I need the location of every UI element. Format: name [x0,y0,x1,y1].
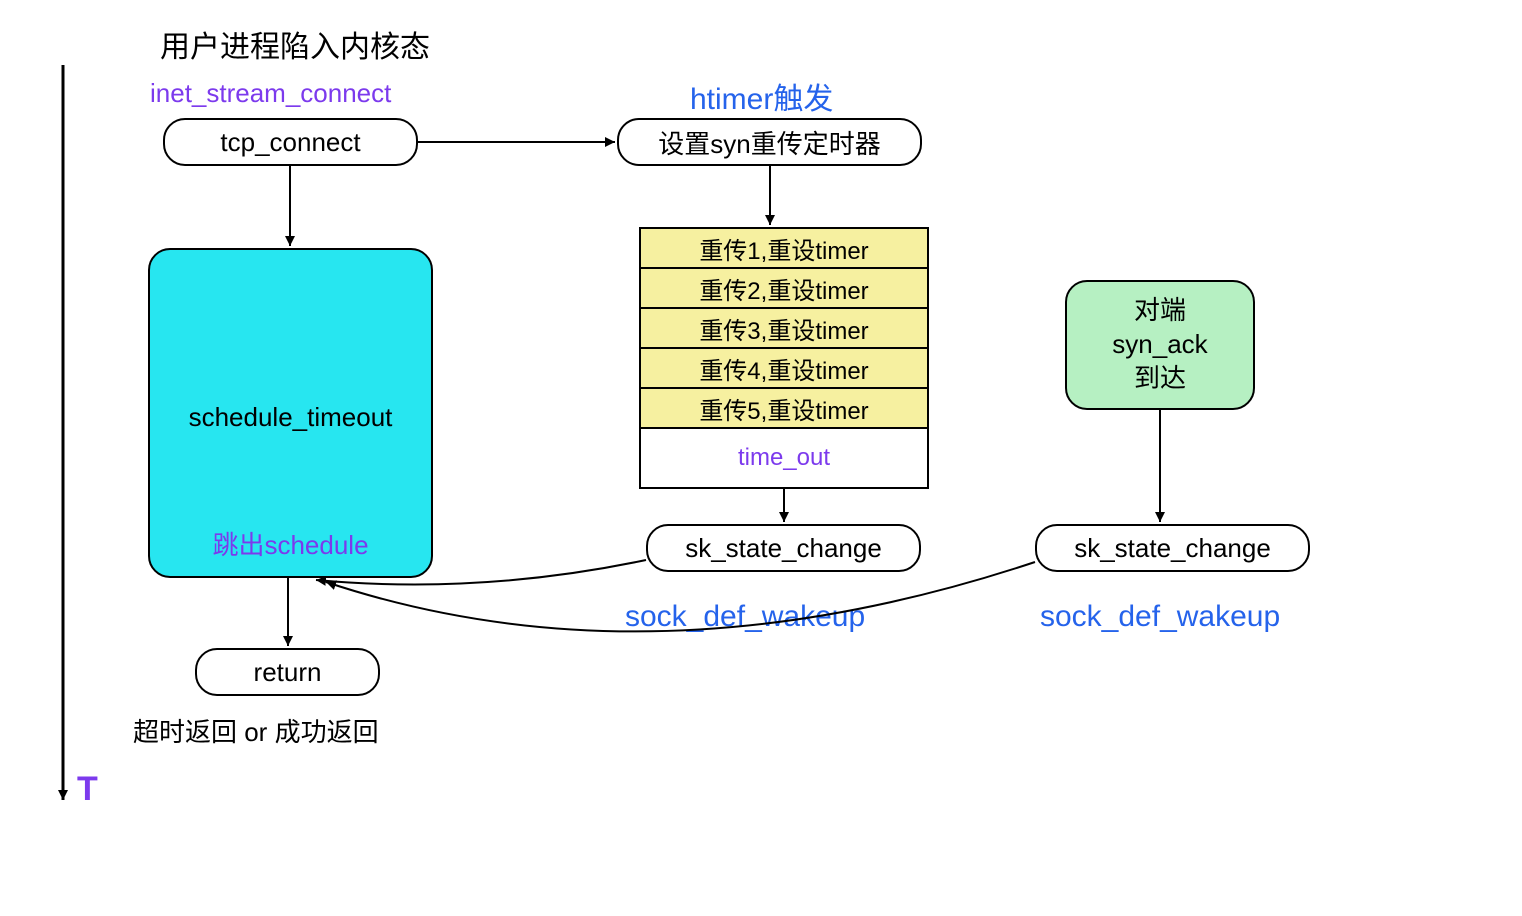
schedule-timeout-box: schedule_timeout 跳出schedule [148,248,433,578]
peer-l2: syn_ack [1112,328,1207,362]
set-syn-timer-label: 设置syn重传定时器 [658,124,880,161]
jump-out-schedule-label: 跳出schedule [150,525,431,562]
return-node: return [195,648,380,696]
tcp-connect-node: tcp_connect [163,118,418,166]
sock-def-wakeup-1: sock_def_wakeup [625,600,865,634]
return-note: 超时返回 or 成功返回 [133,712,379,749]
peer-l3: 到达 [1134,362,1186,396]
sock-def-wakeup-2: sock_def_wakeup [1040,600,1280,634]
table-row: 重传3,重设timer [641,309,927,349]
timeout-row: time_out [641,429,927,487]
schedule-timeout-label: schedule_timeout [150,402,431,433]
sk-state-change-1-label: sk_state_change [685,533,882,564]
table-row: 重传2,重设timer [641,269,927,309]
inet-stream-connect-label: inet_stream_connect [150,78,391,109]
table-row: 重传4,重设timer [641,349,927,389]
sk-state-change-2-label: sk_state_change [1074,533,1271,564]
peer-syn-ack-box: 对端 syn_ack 到达 [1065,280,1255,410]
table-row: 重传5,重设timer [641,389,927,429]
table-row: 重传1,重设timer [641,229,927,269]
return-label: return [254,657,322,688]
tcp-connect-label: tcp_connect [220,127,360,158]
diagram-title: 用户进程陷入内核态 [160,22,430,66]
peer-l1: 对端 [1134,294,1186,328]
sk-state-change-2-node: sk_state_change [1035,524,1310,572]
retransmit-table: 重传1,重设timer 重传2,重设timer 重传3,重设timer 重传4,… [639,227,929,489]
time-axis-label: T [77,770,98,809]
set-syn-timer-node: 设置syn重传定时器 [617,118,922,166]
sk-state-change-1-node: sk_state_change [646,524,921,572]
htimer-label: htimer触发 [690,74,833,118]
